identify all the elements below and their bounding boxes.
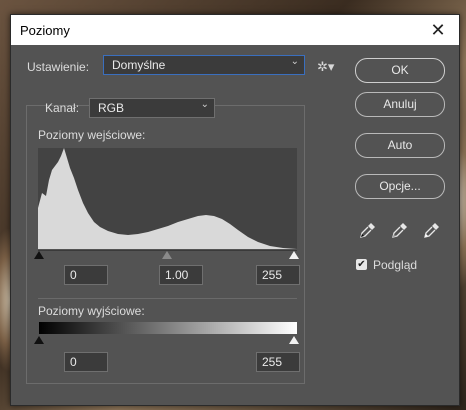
auto-button[interactable]: Auto <box>355 133 445 158</box>
output-white-field[interactable]: 255 <box>256 352 300 372</box>
input-levels-label: Poziomy wejściowe: <box>38 128 146 142</box>
channel-value: RGB <box>98 101 125 115</box>
histogram-area <box>38 148 297 249</box>
input-white-value: 255 <box>262 268 283 282</box>
preset-value: Domyślne <box>112 58 166 72</box>
input-white-field[interactable]: 255 <box>256 265 300 285</box>
ok-button[interactable]: OK <box>355 58 445 83</box>
input-gamma-value: 1.00 <box>165 268 189 282</box>
output-gradient <box>39 322 297 334</box>
divider <box>38 298 297 299</box>
preset-label: Ustawienie: <box>27 60 90 74</box>
histogram <box>38 148 297 249</box>
chevron-down-icon: ⌄ <box>200 99 209 110</box>
preset-select[interactable]: Domyślne ⌄ <box>103 55 305 75</box>
preview-label: Podgląd <box>373 258 418 272</box>
output-white-slider[interactable] <box>289 336 299 344</box>
input-gamma-slider[interactable] <box>162 251 172 259</box>
channel-label: Kanał: <box>45 101 80 115</box>
input-black-value: 0 <box>70 268 77 282</box>
options-button[interactable]: Opcje... <box>355 174 445 199</box>
input-white-slider[interactable] <box>289 251 299 259</box>
output-black-slider[interactable] <box>34 336 44 344</box>
output-levels-label: Poziomy wyjściowe: <box>38 304 145 318</box>
output-black-field[interactable]: 0 <box>64 352 108 372</box>
input-gamma-field[interactable]: 1.00 <box>159 265 203 285</box>
levels-dialog: Poziomy ✕ Ustawienie: Domyślne ⌄ ✲▾ OK A… <box>10 14 460 406</box>
input-black-slider[interactable] <box>34 251 44 259</box>
window-title: Poziomy <box>20 23 70 38</box>
white-eyedropper-icon[interactable] <box>424 222 440 238</box>
output-black-value: 0 <box>70 355 77 369</box>
input-black-field[interactable]: 0 <box>64 265 108 285</box>
title-bar: Poziomy ✕ <box>11 15 459 45</box>
chevron-down-icon: ⌄ <box>290 56 299 67</box>
black-eyedropper-icon[interactable] <box>360 222 376 238</box>
channel-select[interactable]: RGB ⌄ <box>89 98 215 118</box>
gear-icon[interactable]: ✲▾ <box>317 59 334 75</box>
output-white-value: 255 <box>262 355 283 369</box>
cancel-button[interactable]: Anuluj <box>355 92 445 117</box>
gray-eyedropper-icon[interactable] <box>392 222 408 238</box>
preview-checkbox[interactable]: ✔ <box>356 259 367 270</box>
close-icon[interactable]: ✕ <box>427 19 449 41</box>
